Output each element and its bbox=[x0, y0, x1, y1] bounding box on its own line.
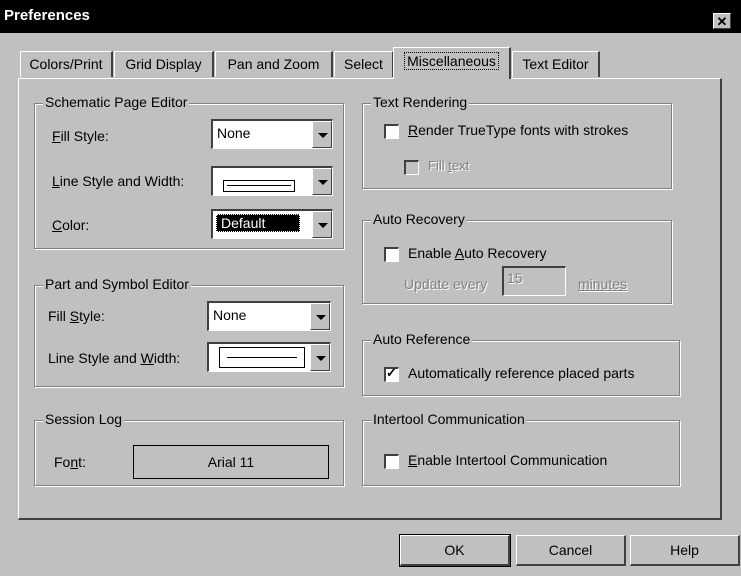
schematic-color-label: Color: bbox=[52, 217, 90, 233]
chevron-down-icon[interactable] bbox=[312, 121, 332, 148]
group-title: Part and Symbol Editor bbox=[43, 276, 191, 292]
help-button[interactable]: Help bbox=[630, 535, 740, 566]
update-interval-input[interactable]: 15 bbox=[502, 266, 566, 296]
part-line-style-label: Line Style and Width: bbox=[48, 350, 181, 366]
enable-auto-recovery-checkbox[interactable] bbox=[384, 247, 399, 262]
auto-reference-checkbox[interactable]: ✓ bbox=[384, 365, 399, 382]
schematic-fill-style-dropdown[interactable]: None bbox=[211, 119, 333, 149]
font-value: Arial 11 bbox=[207, 454, 255, 470]
chevron-down-icon[interactable] bbox=[310, 344, 330, 371]
schematic-color-dropdown[interactable]: Default bbox=[211, 209, 333, 239]
tab-label: Pan and Zoom bbox=[227, 56, 320, 72]
tab-label: Text Editor bbox=[522, 56, 589, 72]
button-label: OK bbox=[444, 542, 465, 558]
tab-label: Colors/Print bbox=[29, 56, 103, 72]
window-title: Preferences bbox=[4, 7, 90, 24]
chevron-down-icon[interactable] bbox=[310, 303, 330, 330]
chevron-down-icon[interactable] bbox=[312, 211, 332, 238]
checkmark-icon: ✓ bbox=[386, 365, 397, 380]
dropdown-value: None bbox=[217, 125, 251, 141]
tab-colors-print[interactable]: Colors/Print bbox=[20, 51, 113, 77]
tab-label: Grid Display bbox=[125, 56, 202, 72]
tab-text-editor[interactable]: Text Editor bbox=[512, 51, 600, 77]
fill-text-label: Fill text bbox=[428, 158, 470, 173]
close-button[interactable]: ✕ bbox=[713, 13, 731, 29]
ok-button[interactable]: OK bbox=[399, 534, 511, 567]
part-line-style-dropdown[interactable] bbox=[207, 342, 331, 372]
title-bar: Preferences ✕ bbox=[0, 0, 741, 33]
tab-label: Miscellaneous bbox=[404, 52, 499, 70]
line-preview-frame bbox=[223, 180, 295, 192]
auto-reference-label[interactable]: Automatically reference placed parts bbox=[408, 365, 634, 381]
chevron-down-icon[interactable] bbox=[312, 168, 332, 195]
part-fill-style-label: Fill Style: bbox=[48, 308, 105, 324]
group-title: Session Log bbox=[43, 411, 125, 427]
schematic-line-style-dropdown[interactable] bbox=[211, 166, 333, 196]
enable-auto-recovery-label[interactable]: Enable Auto Recovery bbox=[408, 245, 547, 261]
render-truetype-label[interactable]: Render TrueType fonts with strokes bbox=[408, 122, 628, 138]
render-truetype-checkbox[interactable] bbox=[384, 124, 399, 139]
tab-miscellaneous[interactable]: Miscellaneous bbox=[393, 47, 511, 79]
group-title: Schematic Page Editor bbox=[43, 94, 190, 110]
session-font-label: Font: bbox=[54, 454, 86, 470]
group-title: Text Rendering bbox=[371, 94, 470, 110]
part-fill-style-dropdown[interactable]: None bbox=[207, 301, 331, 331]
line-style-preview bbox=[227, 357, 297, 358]
group-title: Intertool Communication bbox=[371, 411, 527, 427]
tab-select[interactable]: Select bbox=[334, 51, 394, 77]
enable-intertool-checkbox[interactable] bbox=[384, 454, 399, 469]
tab-pan-and-zoom[interactable]: Pan and Zoom bbox=[215, 51, 333, 77]
session-font-button[interactable]: Arial 11 bbox=[133, 445, 329, 479]
dropdown-value: None bbox=[213, 307, 247, 323]
tab-grid-display[interactable]: Grid Display bbox=[114, 51, 214, 77]
text-rendering-group: Text Rendering bbox=[362, 94, 672, 189]
group-title: Auto Recovery bbox=[371, 211, 467, 227]
line-style-preview bbox=[227, 185, 291, 186]
update-interval-value: 15 bbox=[507, 270, 523, 286]
minutes-label: minutes bbox=[578, 276, 628, 292]
dropdown-value: Default bbox=[216, 214, 300, 232]
fill-text-checkbox[interactable] bbox=[404, 160, 419, 175]
update-every-label: Update every bbox=[404, 276, 488, 292]
schematic-line-style-label: Line Style and Width: bbox=[52, 173, 185, 189]
enable-intertool-label[interactable]: Enable Intertool Communication bbox=[408, 452, 607, 468]
button-label: Help bbox=[670, 542, 699, 558]
cancel-button[interactable]: Cancel bbox=[516, 535, 626, 566]
close-icon: ✕ bbox=[716, 14, 728, 29]
schematic-fill-style-label: Fill Style: bbox=[52, 128, 109, 144]
button-label: Cancel bbox=[548, 542, 593, 558]
tab-label: Select bbox=[344, 56, 383, 72]
group-title: Auto Reference bbox=[371, 331, 473, 347]
